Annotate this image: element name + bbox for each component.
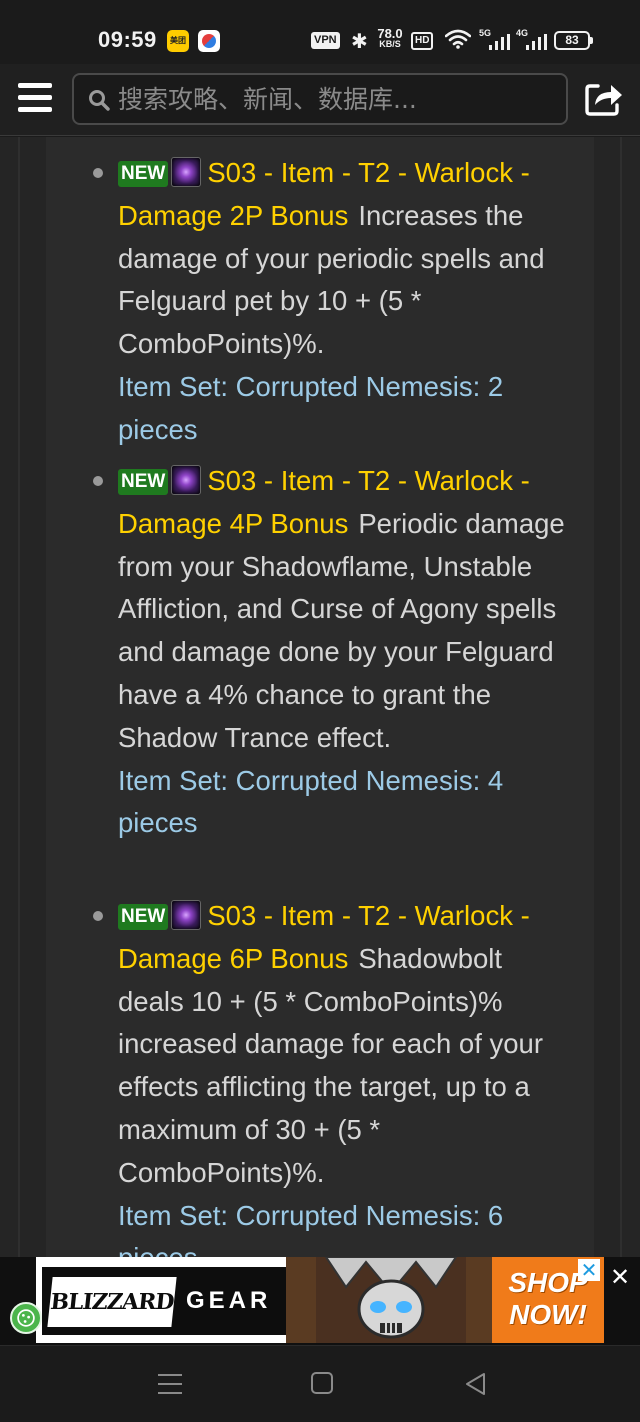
spell-description: Shadowbolt deals 10 + (5 * ComboPoints)%… [118, 942, 543, 1188]
bullet [93, 911, 103, 921]
ad-cta-line2: NOW! [509, 1299, 587, 1330]
ad-gear-text: GEAR [186, 1287, 272, 1314]
wifi-icon [445, 29, 471, 49]
network-speed: 78.0 KB/S [374, 26, 406, 50]
shadow-spell-icon[interactable] [171, 900, 202, 930]
recents-icon[interactable] [158, 1372, 182, 1396]
ad-dismiss-icon[interactable]: ✕ [578, 1259, 600, 1281]
hamburger-menu-icon[interactable] [18, 83, 52, 113]
hd-voice-icon: HD [411, 32, 434, 50]
search-box[interactable] [72, 73, 568, 125]
ad-cta[interactable]: SHOP NOW! ✕ [492, 1257, 604, 1343]
network-speed-value: 78.0 [377, 26, 403, 41]
ad-cta-line1: SHOP [508, 1267, 588, 1298]
meituan-app-icon: 美团 [167, 30, 189, 52]
battery-icon: 83 [554, 31, 593, 50]
back-icon[interactable] [462, 1370, 490, 1398]
status-bar: 09:59 美团 VPN ✱ 78.0 KB/S HD 5G 4G 83 [0, 0, 640, 64]
ad-banner[interactable]: BLIZZARD GEAR SHOP NOW! ✕ [36, 1257, 604, 1343]
item-set-link[interactable]: Item Set: Corrupted Nemesis: 6 pieces [118, 1195, 568, 1257]
share-icon[interactable] [584, 78, 624, 118]
system-nav-bar [0, 1345, 640, 1422]
item-set-link[interactable]: Item Set: Corrupted Nemesis: 4 pieces [118, 760, 568, 846]
search-icon [89, 90, 110, 111]
app-header [0, 64, 640, 136]
status-time: 09:59 [98, 27, 157, 52]
signal-4g-icon: 4G [516, 28, 550, 52]
content-area: NEW S03 - Item - T2 - Warlock - Damage 2P… [0, 137, 640, 1257]
new-badge: NEW [118, 469, 169, 495]
new-badge: NEW [118, 161, 169, 187]
signal-5g-icon: 5G [479, 28, 513, 52]
shadow-spell-icon[interactable] [171, 465, 202, 495]
close-icon[interactable]: ✕ [608, 1265, 632, 1289]
home-icon[interactable] [311, 1372, 333, 1394]
ad-bar: BLIZZARD GEAR SHOP NOW! ✕ ✕ [0, 1257, 640, 1345]
search-input[interactable] [118, 75, 558, 123]
ad-logo: BLIZZARD GEAR [42, 1267, 286, 1335]
vpn-icon: VPN [311, 32, 340, 49]
ad-artwork [286, 1257, 496, 1343]
cookie-privacy-icon[interactable] [10, 1302, 42, 1334]
bullet [93, 168, 103, 178]
item-set-link[interactable]: Item Set: Corrupted Nemesis: 2 pieces [118, 366, 568, 452]
skull-artwork-icon [316, 1257, 466, 1343]
new-badge: NEW [118, 904, 169, 930]
bluetooth-icon: ✱ [351, 29, 368, 53]
blizzard-logo: BLIZZARD [47, 1277, 177, 1327]
app-notification-icon [198, 30, 220, 52]
shadow-spell-icon[interactable] [171, 157, 202, 187]
bullet [93, 476, 103, 486]
spell-description: Periodic damage from your Shadowflame, U… [118, 507, 565, 753]
